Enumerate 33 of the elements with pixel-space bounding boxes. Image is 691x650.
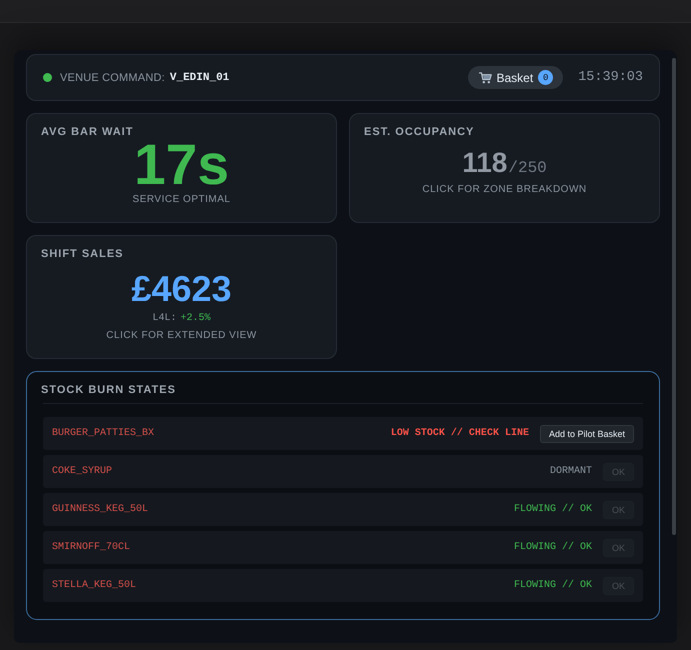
metric-caption: CLICK FOR ZONE BREAKDOWN bbox=[422, 184, 587, 196]
stock-name: SMIRNOFF_70CL bbox=[52, 542, 130, 553]
basket-button[interactable]: Basket 0 bbox=[468, 66, 564, 89]
stock-status: FLOWING // OK bbox=[514, 580, 592, 591]
cart-icon bbox=[478, 72, 492, 84]
metric-title: AVG BAR WAIT bbox=[41, 125, 134, 139]
metric-caption: CLICK FOR EXTENDED VIEW bbox=[106, 330, 257, 342]
metric-value: £4623 bbox=[131, 271, 232, 307]
metric-title: SHIFT SALES bbox=[41, 247, 124, 261]
metric-card[interactable]: EST. OCCUPANCY 118/250 CLICK FOR ZONE BREAKDOWN bbox=[349, 113, 660, 223]
stock-name: BURGER_PATTIES_BX bbox=[52, 428, 154, 439]
basket-count-badge: 0 bbox=[538, 70, 554, 85]
venue-label: VENUE COMMAND: bbox=[60, 72, 165, 84]
metric-value: 118 bbox=[462, 149, 508, 177]
stock-name: GUINNESS_KEG_50L bbox=[52, 504, 148, 515]
stock-status: LOW STOCK // CHECK LINE bbox=[390, 428, 529, 439]
metric-total: /250 bbox=[508, 159, 547, 177]
metric-title: EST. OCCUPANCY bbox=[364, 125, 474, 139]
section-title: STOCK BURN STATES bbox=[41, 383, 176, 397]
stock-name: COKE_SYRUP bbox=[52, 466, 112, 477]
scrollbar-thumb[interactable] bbox=[672, 58, 676, 535]
stock-status: DORMANT bbox=[550, 466, 592, 477]
metric-caption: SERVICE OPTIMAL bbox=[132, 194, 230, 206]
delta-label: L4L: bbox=[152, 313, 176, 325]
metric-value: 17s bbox=[134, 137, 230, 194]
stock-name: STELLA_KEG_50L bbox=[52, 580, 136, 591]
delta-value: +2.5% bbox=[180, 313, 211, 325]
stock-status: FLOWING // OK bbox=[514, 504, 592, 515]
row-action-button[interactable]: Add to Pilot Basket bbox=[540, 424, 634, 442]
metric-card[interactable]: SHIFT SALES £4623 L4L: +2.5% CLICK FOR EXTENDED VIEW bbox=[26, 235, 337, 359]
venue-id: V_EDIN_01 bbox=[170, 72, 230, 84]
clock-time: 15:39:03 bbox=[578, 70, 643, 85]
stock-status: FLOWING // OK bbox=[514, 542, 592, 553]
